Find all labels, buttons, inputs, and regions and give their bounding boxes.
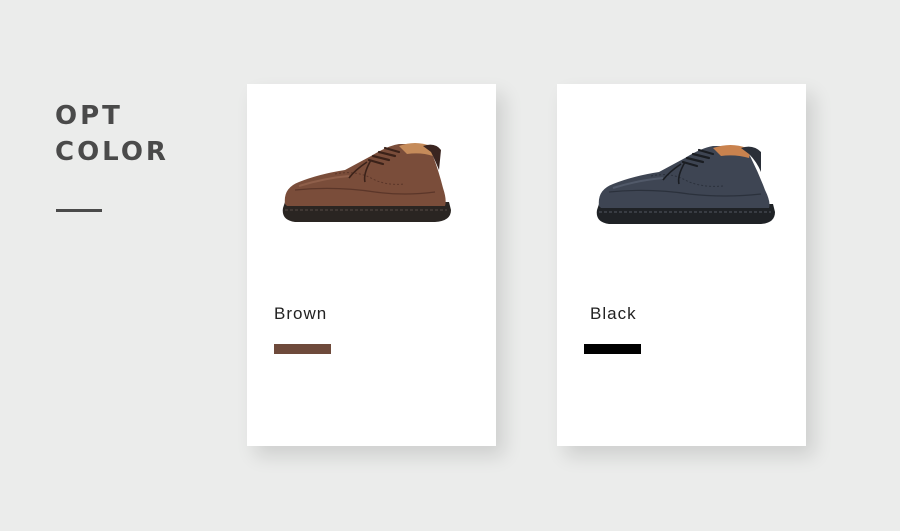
heading-line-color: COLOR: [55, 137, 169, 167]
black-shoe-image: [596, 145, 775, 224]
color-option-card-brown[interactable]: Brown: [247, 84, 496, 446]
color-swatch-black: [584, 344, 641, 354]
color-label-brown: Brown: [274, 304, 328, 323]
color-swatch-brown: [274, 344, 331, 354]
color-label-black: Black: [590, 304, 637, 323]
color-option-card-black[interactable]: Black: [557, 84, 806, 446]
section-heading: OPT COLOR: [55, 98, 169, 170]
heading-line-opt: OPT: [55, 101, 123, 131]
brown-shoe-image: [282, 143, 451, 222]
heading-underline: [56, 209, 102, 212]
